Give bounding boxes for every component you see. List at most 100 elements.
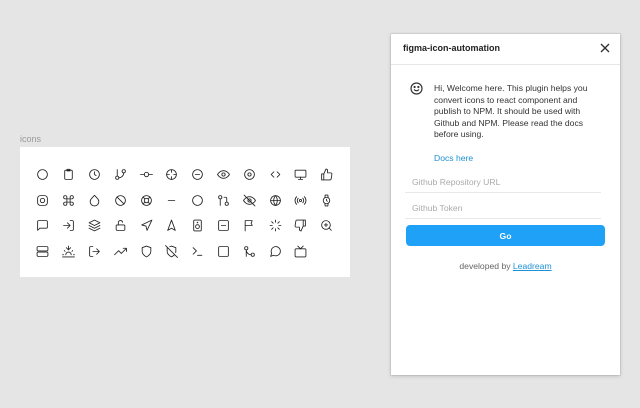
eye-icon: [217, 170, 230, 179]
slash-icon: [114, 194, 126, 206]
leadream-link[interactable]: Leadream: [513, 261, 552, 271]
icon-cell[interactable]: [211, 162, 237, 188]
docs-link[interactable]: Docs here: [434, 153, 473, 163]
layers-icon: [88, 219, 101, 232]
icon-cell[interactable]: [30, 162, 56, 188]
github-token-input[interactable]: [405, 197, 601, 219]
instagram-icon: [37, 194, 49, 206]
navigation-icon: [140, 219, 152, 232]
zoom-in-icon: [321, 220, 332, 232]
icon-cell[interactable]: [159, 239, 185, 265]
icon-cell[interactable]: [314, 162, 340, 188]
icon-cell[interactable]: [185, 239, 211, 265]
icon-cell[interactable]: [288, 188, 314, 214]
icon-cell[interactable]: [159, 188, 185, 214]
icon-cell[interactable]: [30, 239, 56, 265]
clock-icon: [89, 169, 100, 181]
clipboard-icon: [64, 169, 73, 181]
droplet-icon: [89, 194, 100, 207]
shield-off-icon: [165, 244, 179, 258]
code-icon: [270, 171, 280, 178]
icon-cell[interactable]: [56, 188, 82, 214]
command-icon: [63, 194, 74, 206]
icon-cell[interactable]: [288, 239, 314, 265]
icon-cell[interactable]: [288, 162, 314, 188]
thumbs-down-icon: [295, 219, 307, 232]
go-button[interactable]: Go: [406, 225, 605, 246]
icon-cell[interactable]: [314, 213, 340, 239]
icon-cell[interactable]: [288, 213, 314, 239]
circle-outline-icon: [192, 194, 203, 206]
icon-cell[interactable]: [211, 239, 237, 265]
icon-cell[interactable]: [82, 239, 108, 265]
icon-cell[interactable]: [185, 162, 211, 188]
icon-cell[interactable]: [107, 239, 133, 265]
icon-cell[interactable]: [262, 162, 288, 188]
icon-cell[interactable]: [133, 239, 159, 265]
minus-icon: [168, 199, 176, 201]
crosshair-icon: [166, 169, 178, 181]
icon-cell[interactable]: [133, 162, 159, 188]
message-circle-icon: [269, 245, 281, 257]
minus-circle-icon: [192, 169, 203, 181]
icon-cell[interactable]: [107, 213, 133, 239]
message-square-icon: [37, 220, 49, 232]
frame-label: icons: [20, 134, 42, 144]
radio-icon: [295, 195, 307, 205]
terminal-icon: [192, 247, 203, 256]
icon-cell[interactable]: [236, 239, 262, 265]
icon-cell[interactable]: [107, 188, 133, 214]
icon-cell[interactable]: [211, 213, 237, 239]
circle-icon: [37, 169, 49, 181]
disc-icon: [243, 169, 255, 181]
square-icon: [218, 245, 229, 257]
eye-off-icon: [242, 194, 256, 207]
icon-cell[interactable]: [314, 188, 340, 214]
icon-cell[interactable]: [236, 188, 262, 214]
icon-cell[interactable]: [82, 213, 108, 239]
icon-cell[interactable]: [133, 213, 159, 239]
navigation-2-icon: [167, 219, 177, 232]
flag-icon: [244, 220, 253, 232]
life-buoy-icon: [140, 194, 152, 206]
panel-header: figma-icon-automation: [391, 34, 620, 65]
loader-icon: [269, 219, 281, 232]
icon-grid: [30, 162, 340, 264]
git-commit-icon: [139, 172, 153, 178]
footer-text: developed by: [459, 261, 513, 271]
close-button[interactable]: [598, 41, 612, 55]
icon-cell[interactable]: [236, 162, 262, 188]
icon-cell[interactable]: [30, 188, 56, 214]
icon-cell[interactable]: [56, 213, 82, 239]
tv-icon: [295, 245, 307, 258]
icon-cell[interactable]: [262, 239, 288, 265]
icon-cell[interactable]: [56, 239, 82, 265]
icon-cell[interactable]: [159, 213, 185, 239]
icon-cell[interactable]: [262, 188, 288, 214]
watch-icon: [322, 194, 331, 207]
server-icon: [37, 245, 49, 257]
icon-cell[interactable]: [82, 188, 108, 214]
log-out-icon: [89, 245, 100, 257]
icon-cell[interactable]: [185, 188, 211, 214]
unlock-icon: [115, 220, 126, 232]
icon-cell[interactable]: [185, 213, 211, 239]
icon-cell[interactable]: [56, 162, 82, 188]
icon-cell[interactable]: [236, 213, 262, 239]
speaker-icon: [193, 219, 202, 232]
log-in-icon: [63, 220, 74, 232]
github-repository-url-input[interactable]: [405, 171, 601, 193]
shield-icon: [141, 245, 151, 258]
icon-cell[interactable]: [211, 188, 237, 214]
thumbs-up-icon: [321, 168, 333, 181]
icon-cell[interactable]: [107, 162, 133, 188]
icon-cell[interactable]: [30, 213, 56, 239]
git-pull-request-icon: [218, 194, 229, 206]
footer: developed by Leadream: [391, 261, 620, 271]
icon-cell[interactable]: [82, 162, 108, 188]
minus-square-icon: [218, 220, 229, 232]
icon-cell[interactable]: [262, 213, 288, 239]
panel-title: figma-icon-automation: [403, 43, 500, 53]
icon-cell[interactable]: [133, 188, 159, 214]
icon-cell[interactable]: [159, 162, 185, 188]
